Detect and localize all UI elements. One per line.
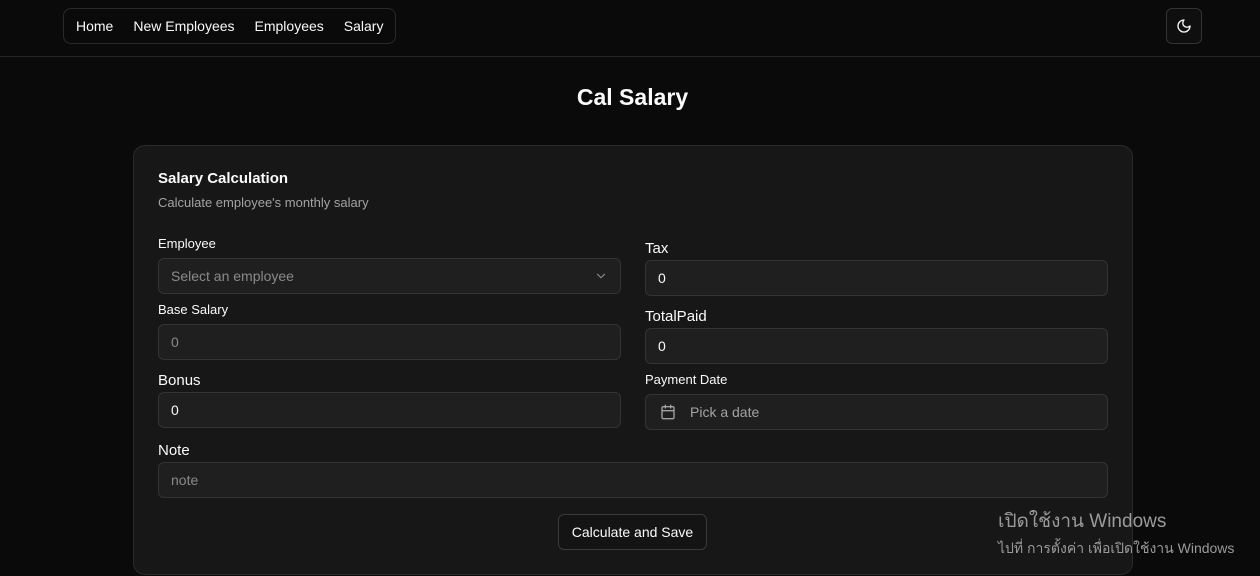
theme-toggle-button[interactable]: [1166, 8, 1202, 44]
main-nav: Home New Employees Employees Salary: [63, 8, 397, 44]
bonus-label: Bonus: [158, 372, 201, 389]
base-salary-label: Base Salary: [158, 302, 229, 317]
top-navbar: Home New Employees Employees Salary: [0, 0, 1260, 57]
nav-item-employees[interactable]: Employees: [255, 18, 324, 34]
calendar-icon: [661, 404, 675, 420]
salary-form-card: Salary Calculation Calculate employee's …: [133, 145, 1133, 575]
payment-date-picker[interactable]: Pick a date: [645, 394, 1108, 430]
nav-item-home[interactable]: Home: [76, 18, 113, 34]
employee-select[interactable]: Select an employee: [158, 258, 621, 294]
watermark-line-2: ไปที่ การตั้งค่า เพื่อเปิดใช้งาน Windows: [998, 540, 1235, 556]
employee-select-placeholder: Select an employee: [171, 268, 294, 284]
chevron-down-icon: [596, 273, 606, 279]
card-description: Calculate employee's monthly salary: [158, 195, 369, 210]
tax-input[interactable]: 0: [645, 260, 1108, 296]
tax-label: Tax: [645, 240, 669, 257]
total-paid-label: TotalPaid: [645, 308, 707, 325]
base-salary-input[interactable]: 0: [158, 324, 621, 360]
employee-label: Employee: [158, 236, 216, 251]
watermark-line-1: เปิดใช้งาน Windows: [998, 511, 1167, 532]
calculate-and-save-button[interactable]: Calculate and Save: [558, 514, 707, 550]
moon-icon: [1177, 19, 1191, 33]
note-input[interactable]: note: [158, 462, 1108, 498]
card-title: Salary Calculation: [158, 170, 289, 187]
nav-item-new-employees[interactable]: New Employees: [133, 18, 234, 34]
payment-date-placeholder: Pick a date: [690, 404, 760, 420]
payment-date-label: Payment Date: [645, 372, 728, 387]
windows-activation-watermark: เปิดใช้งาน Windows ไปที่ การตั้งค่า เพื่…: [998, 506, 1234, 560]
bonus-input[interactable]: 0: [158, 392, 621, 428]
page-title: Cal Salary: [576, 84, 689, 110]
nav-item-salary[interactable]: Salary: [344, 18, 384, 34]
note-label: Note: [158, 442, 190, 459]
total-paid-input[interactable]: 0: [645, 328, 1108, 364]
